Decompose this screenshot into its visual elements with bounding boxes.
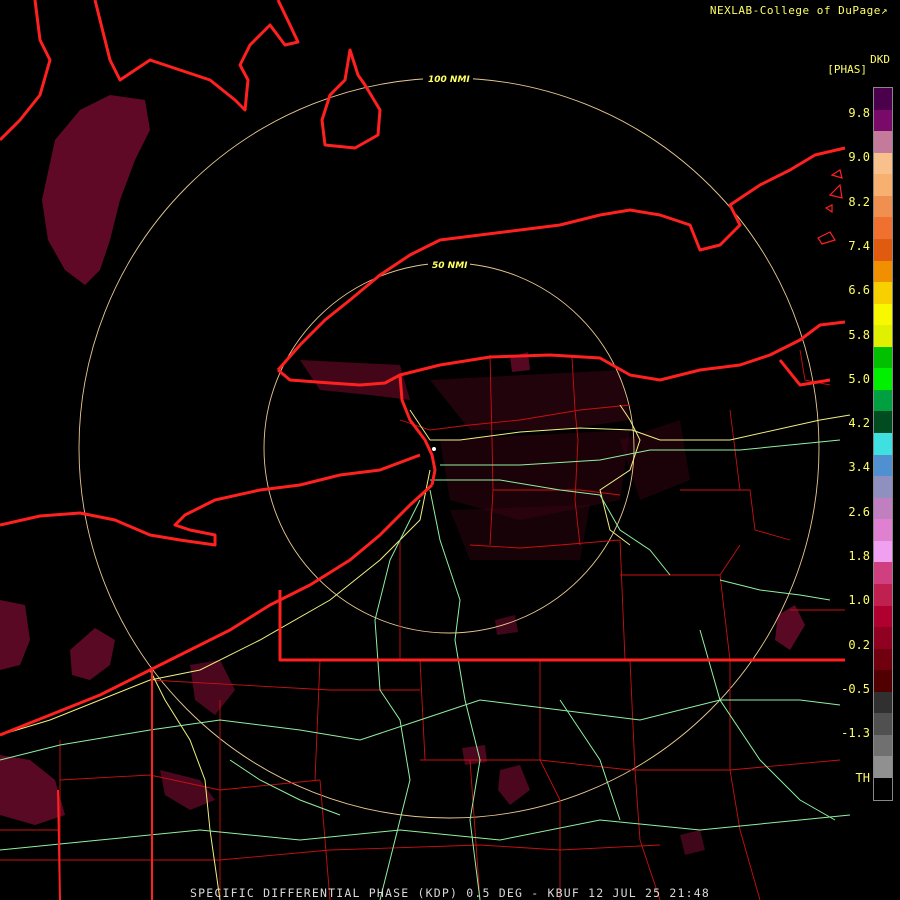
scale-unit-bracket: [PHAS] <box>827 63 867 76</box>
color-scale-swatch <box>874 282 892 304</box>
color-scale-swatch <box>874 88 892 110</box>
color-scale-swatch <box>874 670 892 692</box>
color-scale-label: 6.6 <box>848 283 870 298</box>
color-scale-swatch <box>874 195 892 218</box>
external-link-icon: ↗ <box>880 4 888 17</box>
product-caption: SPECIFIC DIFFERENTIAL PHASE (KDP) 0.5 DE… <box>190 886 710 900</box>
color-scale-label: 0.2 <box>848 637 870 652</box>
color-scale-swatch <box>874 433 892 455</box>
color-scale-swatch <box>874 303 892 326</box>
ring-label-100: 100 NMI <box>428 75 470 85</box>
color-scale-swatch <box>874 109 892 132</box>
color-scale-swatch <box>874 497 892 520</box>
color-scale-swatch <box>874 627 892 649</box>
color-scale-swatch <box>874 476 892 498</box>
color-scale-label: 5.8 <box>848 327 870 342</box>
color-scale-label: TH <box>855 770 870 785</box>
radar-site-marker <box>432 447 436 451</box>
color-scale-swatch <box>874 519 892 541</box>
color-scale-swatch <box>874 756 892 778</box>
ring-label-50: 50 NMI <box>432 261 468 271</box>
color-scale-label: 5.0 <box>848 371 870 386</box>
color-scale-swatch <box>874 713 892 735</box>
color-scale-swatch <box>874 605 892 628</box>
color-scale-label: 2.6 <box>848 504 870 519</box>
color-scale-swatch <box>874 152 892 175</box>
color-scale-swatch <box>874 454 892 477</box>
color-scale-swatch <box>874 562 892 584</box>
scale-unit: DKD <box>870 53 890 66</box>
color-scale-swatch <box>874 691 892 714</box>
color-scale-swatch <box>874 325 892 347</box>
color-scale-swatch <box>874 583 892 606</box>
credit-text[interactable]: NEXLAB-College of DuPage↗ <box>710 4 888 17</box>
color-scale-swatch <box>874 260 892 283</box>
color-scale-swatch <box>874 238 892 261</box>
color-scale-swatch <box>874 540 892 563</box>
color-scale-swatch <box>874 346 892 369</box>
color-scale-label: 9.8 <box>848 106 870 120</box>
radar-map[interactable]: 100 NMI 50 NMI <box>0 0 900 900</box>
color-scale-label: 8.2 <box>848 194 870 209</box>
color-scale-label: 9.0 <box>848 150 870 165</box>
color-scale-swatch <box>874 411 892 433</box>
color-scale-label: 4.2 <box>848 416 870 431</box>
color-scale-swatch <box>874 734 892 757</box>
color-scale-bar <box>873 87 893 801</box>
color-scale-label: 1.0 <box>848 593 870 608</box>
color-scale-swatch <box>874 648 892 671</box>
credit-label: NEXLAB-College of DuPage <box>709 4 881 17</box>
color-scale-swatch <box>874 778 892 800</box>
color-scale-swatch <box>874 131 892 153</box>
color-scale-label: 3.4 <box>848 460 870 475</box>
color-scale-swatch <box>874 368 892 390</box>
color-scale-swatch <box>874 389 892 412</box>
color-scale-label: 1.8 <box>848 549 870 563</box>
color-scale-label: -0.5 <box>841 681 870 696</box>
color-scale-swatch <box>874 217 892 239</box>
color-scale-swatch <box>874 174 892 196</box>
color-scale-label: 7.4 <box>848 238 870 253</box>
color-scale-label: -1.3 <box>841 726 870 741</box>
color-scale-labels: 9.8 9.0 8.2 7.4 6.6 5.8 5.0 4.2 3.4 2.6 1.8 1.0 0.2 -… <box>830 80 870 800</box>
